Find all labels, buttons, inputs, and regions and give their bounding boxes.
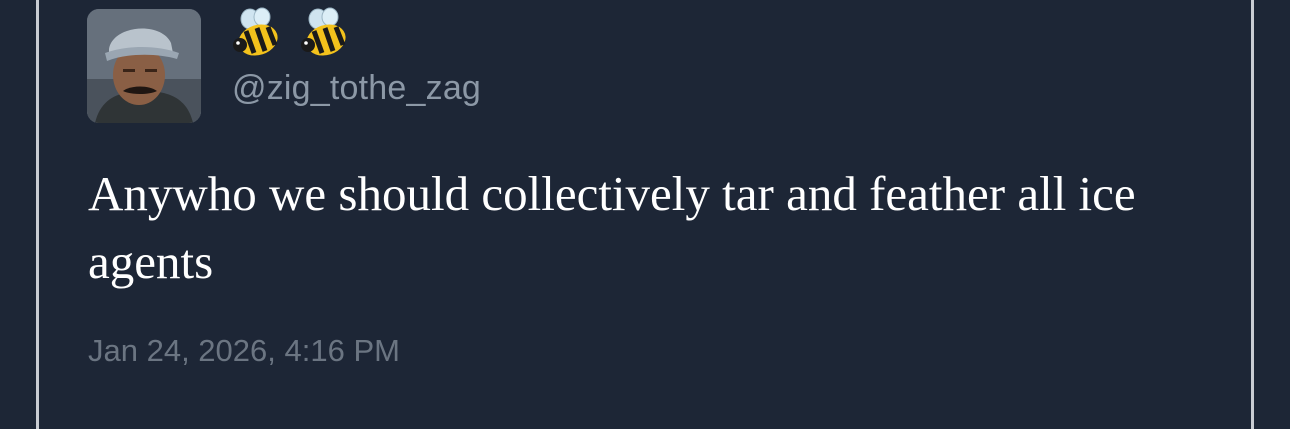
avatar-photo: [87, 9, 201, 123]
avatar[interactable]: [87, 9, 201, 123]
honeybee-icon: [233, 7, 278, 56]
display-name[interactable]: [230, 6, 352, 62]
tweet-card: @zig_tothe_zag Anywho we should collecti…: [0, 0, 1290, 429]
user-handle[interactable]: @zig_tothe_zag: [232, 66, 481, 110]
frame-border-right: [1251, 0, 1254, 429]
tweet-text: Anywho we should collectively tar and fe…: [88, 166, 1136, 289]
tweet-timestamp[interactable]: Jan 24, 2026, 4:16 PM: [88, 330, 400, 372]
frame-border-left: [36, 0, 39, 429]
honeybee-icon: [301, 7, 346, 56]
